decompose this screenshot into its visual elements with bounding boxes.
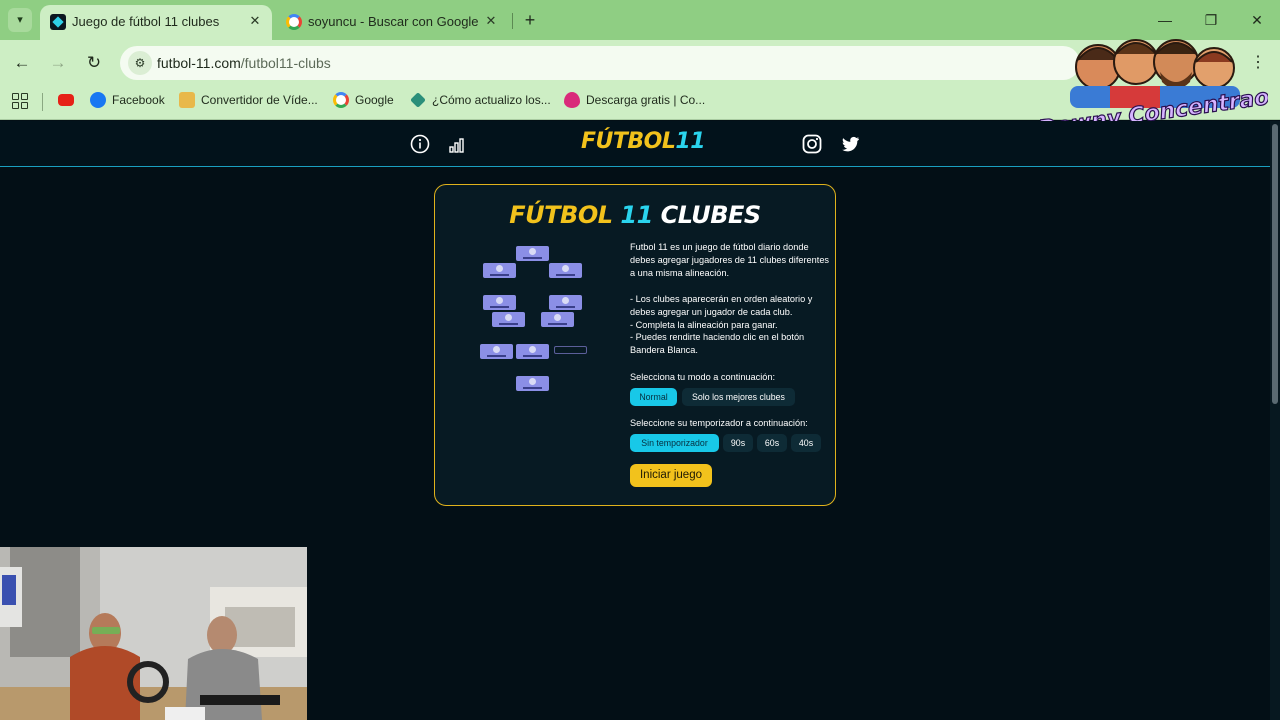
- page-scrollbar-thumb[interactable]: [1272, 124, 1278, 404]
- lineup-slot: [549, 263, 582, 278]
- stats-icon[interactable]: [447, 133, 469, 155]
- restore-icon[interactable]: ❐: [1201, 10, 1221, 30]
- description-rule: - Los clubes aparecerán en orden aleator…: [630, 293, 813, 317]
- timer-90s-button[interactable]: 90s: [723, 434, 753, 452]
- card-title: FÚTBOL 11 CLUBES: [509, 201, 761, 229]
- description-paragraph: Futbol 11 es un juego de fútbol diario d…: [630, 242, 830, 278]
- lineup-slot: [549, 295, 582, 310]
- tab-search-button[interactable]: ▾: [8, 8, 32, 32]
- url-text[interactable]: futbol-11.com/futbol11-clubs: [157, 55, 331, 71]
- diamond-icon: [410, 92, 426, 108]
- bookmark-descarga[interactable]: Descarga gratis | Co...: [564, 92, 705, 114]
- timer-60s-button[interactable]: 60s: [757, 434, 787, 452]
- lineup-slot: [541, 312, 574, 327]
- youtube-bookmark[interactable]: [58, 92, 76, 114]
- lineup-slot-empty: [554, 346, 587, 354]
- lineup-slot: [516, 344, 549, 359]
- bookmark-como-actualizo[interactable]: ¿Cómo actualizo los...: [410, 92, 551, 114]
- drop-icon: [564, 92, 580, 108]
- lineup-slot: [483, 263, 516, 278]
- address-bar[interactable]: ⚙ futbol-11.com/futbol11-clubs: [120, 46, 1080, 80]
- game-intro-card: FÚTBOL 11 CLUBES Futbol 11 es un juego d…: [434, 184, 836, 506]
- tab-title: soyuncu - Buscar con Google: [308, 14, 478, 29]
- bookmark-convertidor[interactable]: Convertidor de Víde...: [179, 92, 318, 114]
- mode-best-clubs-button[interactable]: Solo los mejores clubes: [682, 388, 795, 406]
- back-arrow-icon[interactable]: ←: [10, 51, 34, 75]
- timer-label: Seleccione su temporizador a continuació…: [630, 418, 808, 428]
- mode-label: Selecciona tu modo a continuación:: [630, 372, 776, 382]
- instagram-icon[interactable]: [801, 133, 823, 155]
- lineup-slot: [492, 312, 525, 327]
- lineup-slot: [516, 246, 549, 261]
- forward-arrow-icon[interactable]: →: [46, 51, 70, 75]
- game-description: Futbol 11 es un juego de fútbol diario d…: [630, 241, 830, 357]
- info-icon[interactable]: [409, 133, 431, 155]
- google-icon: [333, 92, 349, 108]
- mode-normal-button[interactable]: Normal: [630, 388, 677, 406]
- site-logo[interactable]: FÚTBOL11: [581, 129, 706, 154]
- bookmarks-separator: [42, 93, 43, 111]
- bookmark-google[interactable]: Google: [333, 92, 394, 114]
- facebook-icon: [90, 92, 106, 108]
- youtube-icon: [58, 94, 74, 106]
- lineup-slot: [480, 344, 513, 359]
- reload-icon[interactable]: ↻: [82, 51, 106, 75]
- description-rule: - Completa la alineación para ganar.: [630, 319, 778, 330]
- tab-separator: [512, 13, 513, 29]
- lineup-slot: [483, 295, 516, 310]
- tab-close-icon[interactable]: ✕: [482, 12, 500, 30]
- twitter-icon[interactable]: [839, 133, 861, 155]
- lineup-preview: [475, 240, 595, 400]
- timer-none-button[interactable]: Sin temporizador: [630, 434, 719, 452]
- tab-futbol11[interactable]: Juego de fútbol 11 clubes ✕: [40, 5, 272, 40]
- description-rule: - Puedes rendirte haciendo clic en el bo…: [630, 332, 805, 356]
- google-favicon-icon: [286, 14, 302, 30]
- start-game-button[interactable]: Iniciar juego: [630, 464, 712, 487]
- bookmark-facebook[interactable]: Facebook: [90, 92, 165, 114]
- converter-icon: [179, 92, 195, 108]
- futbol11-favicon-icon: [50, 14, 66, 30]
- timer-40s-button[interactable]: 40s: [791, 434, 821, 452]
- streamer-logo-overlay: Downy Concentrao: [1040, 39, 1268, 132]
- new-tab-button[interactable]: +: [520, 10, 540, 30]
- tab-google-search[interactable]: soyuncu - Buscar con Google ✕: [276, 5, 508, 40]
- site-settings-icon[interactable]: ⚙: [128, 51, 152, 75]
- tab-close-icon[interactable]: ✕: [246, 12, 264, 30]
- tab-title: Juego de fútbol 11 clubes: [72, 14, 220, 29]
- lineup-slot-goalkeeper: [516, 376, 549, 391]
- apps-grid-icon[interactable]: [12, 93, 28, 109]
- minimize-icon[interactable]: —: [1155, 10, 1175, 30]
- webcam-overlay: [0, 547, 307, 720]
- window-close-icon[interactable]: ✕: [1247, 10, 1267, 30]
